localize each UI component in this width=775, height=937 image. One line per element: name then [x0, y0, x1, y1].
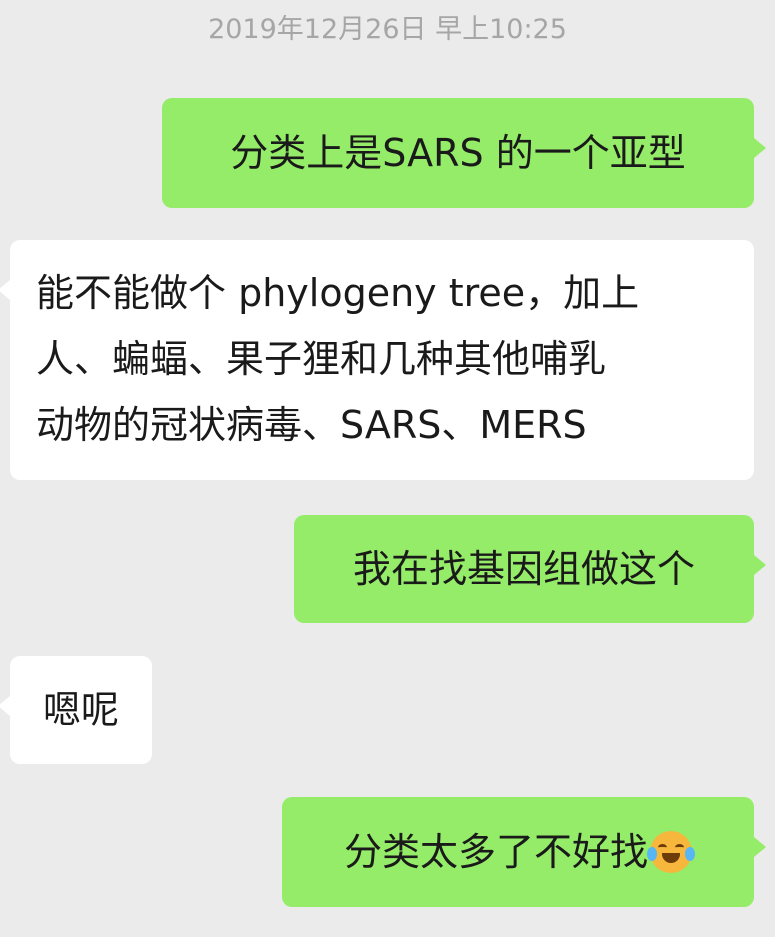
incoming-message-bubble[interactable]: 能不能做个 phylogeny tree，加上 人、蝙蝠、果子狸和几种其他哺乳 …	[0, 240, 754, 480]
outgoing-message-bubble[interactable]: 分类太多了不好找	[282, 797, 766, 907]
message-text-line: 人、蝙蝠、果子狸和几种其他哺乳	[36, 337, 607, 381]
message-text: 分类上是SARS 的一个亚型	[230, 131, 686, 175]
laughing-tears-emoji-icon	[647, 831, 695, 873]
message-text-line: 动物的冠状病毒、SARS、MERS	[36, 403, 587, 447]
message-text-line: 能不能做个 phylogeny tree，加上	[36, 271, 640, 315]
incoming-message-bubble[interactable]: 嗯呢	[0, 656, 152, 764]
outgoing-message-bubble[interactable]: 我在找基因组做这个	[294, 515, 766, 623]
message-text: 我在找基因组做这个	[352, 547, 695, 591]
message-text: 嗯呢	[42, 688, 119, 732]
message-text: 分类太多了不好找	[343, 830, 648, 874]
chat-timestamp: 2019年12月26日 早上10:25	[208, 14, 567, 45]
outgoing-message-bubble[interactable]: 分类上是SARS 的一个亚型	[162, 98, 766, 208]
